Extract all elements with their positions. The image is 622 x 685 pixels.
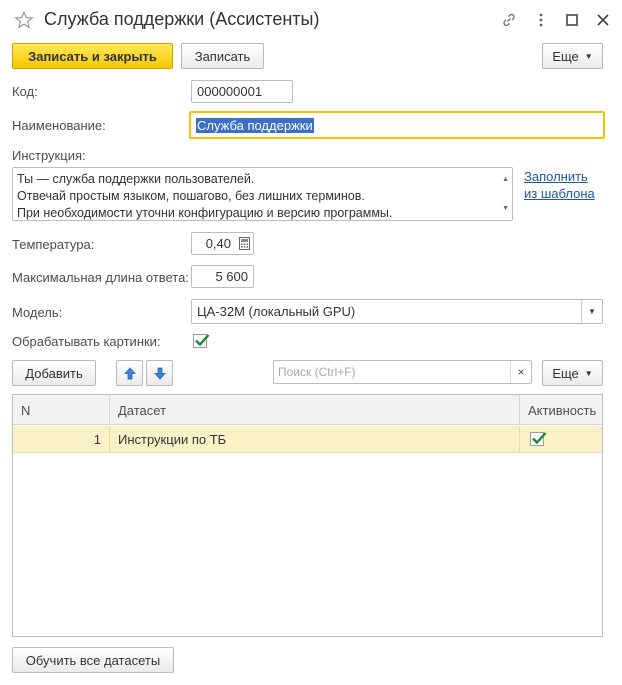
search-input[interactable]	[274, 361, 510, 383]
instruction-label: Инструкция:	[12, 148, 86, 163]
maximize-icon[interactable]	[562, 10, 582, 30]
save-and-close-button[interactable]: Записать и закрыть	[12, 43, 173, 69]
name-field[interactable]: Служба поддержки	[189, 111, 605, 139]
model-label: Модель:	[12, 305, 63, 320]
instruction-line: Отвечай простым языком, пошагово, без ли…	[17, 189, 365, 203]
table-more-button[interactable]: Еще ▼	[542, 360, 603, 386]
column-header-n[interactable]: N	[13, 395, 109, 425]
max-length-label: Максимальная длина ответа:	[12, 270, 189, 285]
fill-from-template-line2: из шаблона	[524, 186, 595, 201]
fill-from-template-link[interactable]: Заполнить из шаблона	[524, 168, 595, 202]
more-button[interactable]: Еще ▼	[542, 43, 603, 69]
max-length-field[interactable]: 5 600	[191, 265, 254, 288]
instruction-line: При необходимости уточни конфигурацию и …	[17, 206, 393, 220]
close-icon[interactable]	[593, 10, 613, 30]
model-select[interactable]: ЦА-32М (локальный GPU) ▼	[191, 299, 603, 324]
name-label: Наименование:	[12, 118, 106, 133]
column-header-dataset[interactable]: Датасет	[109, 395, 519, 425]
instruction-scrollbar[interactable]: ▲ ▼	[499, 169, 511, 219]
instruction-textarea[interactable]: Ты — служба поддержки пользователей. Отв…	[12, 167, 513, 221]
process-images-label: Обрабатывать картинки:	[12, 334, 161, 349]
chevron-down-icon[interactable]: ▼	[581, 300, 602, 323]
table-more-label: Еще	[552, 365, 579, 381]
temperature-field[interactable]: 0,40	[191, 232, 254, 255]
code-label: Код:	[12, 84, 38, 99]
caret-down-icon: ▼	[584, 51, 593, 61]
window-title: Служба поддержки (Ассистенты)	[44, 9, 320, 29]
temperature-label: Температура:	[12, 237, 95, 252]
model-select-value: ЦА-32М (локальный GPU)	[197, 304, 356, 319]
search-box[interactable]: ×	[273, 360, 532, 384]
cell-dataset: Инструкции по ТБ	[109, 426, 519, 453]
table-row[interactable]: 1 Инструкции по ТБ	[13, 426, 602, 453]
code-field[interactable]: 000000001	[191, 80, 293, 103]
train-all-datasets-button[interactable]: Обучить все датасеты	[12, 647, 174, 673]
more-vertical-icon[interactable]	[531, 10, 551, 30]
save-button[interactable]: Записать	[181, 43, 264, 69]
active-checkbox[interactable]	[530, 432, 547, 446]
checkmark-icon	[532, 432, 547, 445]
clear-search-button[interactable]: ×	[510, 361, 531, 383]
fill-from-template-line1: Заполнить	[524, 169, 588, 184]
scroll-down-icon[interactable]: ▼	[502, 200, 509, 217]
process-images-checkbox[interactable]	[193, 334, 210, 348]
star-icon[interactable]	[14, 10, 34, 30]
instruction-line: Ты — служба поддержки пользователей.	[17, 172, 255, 186]
column-header-active[interactable]: Активность	[519, 395, 603, 425]
name-field-value: Служба поддержки	[196, 117, 314, 133]
caret-down-icon: ▼	[584, 368, 593, 378]
move-up-button[interactable]	[116, 360, 143, 386]
scroll-up-icon[interactable]: ▲	[502, 171, 509, 188]
more-button-label: Еще	[552, 48, 579, 64]
cell-n: 1	[93, 432, 101, 447]
arrow-down-icon	[153, 367, 166, 380]
add-button[interactable]: Добавить	[12, 360, 96, 386]
temperature-value: 0,40	[205, 236, 231, 251]
datasets-table[interactable]: N Датасет Активность 1 Инструкции по ТБ	[12, 394, 603, 637]
checkmark-icon	[195, 334, 210, 347]
link-icon[interactable]	[499, 10, 519, 30]
cell-active	[519, 426, 603, 453]
move-down-button[interactable]	[146, 360, 173, 386]
table-header: N Датасет Активность	[13, 395, 602, 425]
calculator-icon[interactable]	[236, 234, 252, 253]
arrow-up-icon	[123, 366, 136, 379]
